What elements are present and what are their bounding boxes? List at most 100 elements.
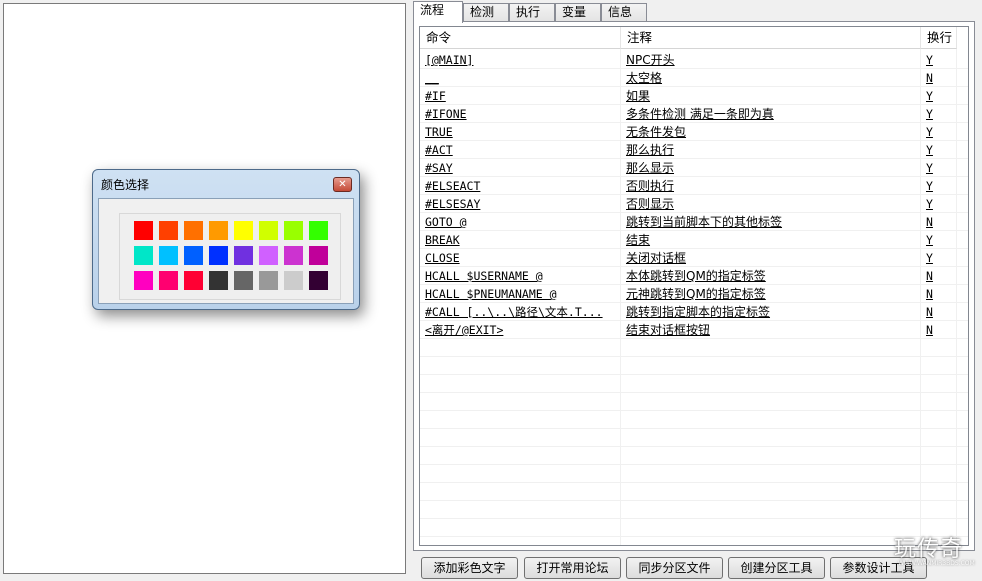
wrap-cell: N <box>926 323 933 337</box>
tab-bar: 流程 检测 执行 变量 信息 <box>413 1 982 23</box>
command-list[interactable]: 命令 注释 换行 [@MAIN] NPC开头 Y __ 太空格 N #IF 如果 Y #IFONE… <box>419 26 969 546</box>
column-header-command[interactable]: 命令 <box>420 27 621 49</box>
toolbar-button-3[interactable]: 同步分区文件 <box>626 557 723 579</box>
wrap-cell: Y <box>926 107 933 121</box>
color-swatch[interactable] <box>209 221 228 240</box>
command-cell: [@MAIN] <box>425 53 474 67</box>
color-swatch[interactable] <box>234 221 253 240</box>
grid-line <box>420 428 968 429</box>
color-swatch[interactable] <box>284 221 303 240</box>
grid-line <box>420 500 968 501</box>
list-row[interactable]: #IFONE 多条件检测 满足一条即为真 Y <box>420 105 968 123</box>
command-cell: #ELSEACT <box>425 179 481 193</box>
command-cell: HCALL $PNEUMANAME @ <box>425 287 557 301</box>
grid-line <box>420 392 968 393</box>
color-swatch[interactable] <box>134 271 153 290</box>
color-swatch[interactable] <box>209 271 228 290</box>
list-row[interactable]: __ 太空格 N <box>420 69 968 87</box>
command-cell: #ELSESAY <box>425 197 481 211</box>
tab-5[interactable]: 信息 <box>601 3 647 22</box>
toolbar-button-2[interactable]: 打开常用论坛 <box>524 557 621 579</box>
toolbar-button-4[interactable]: 创建分区工具 <box>728 557 825 579</box>
list-row[interactable]: CLOSE 关闭对话框 Y <box>420 249 968 267</box>
list-row[interactable]: #CALL [..\..\路径\文本.T... 跳转到指定脚本的指定标签 N <box>420 303 968 321</box>
tab-3[interactable]: 执行 <box>509 3 555 22</box>
grid-line <box>420 284 968 285</box>
list-row[interactable]: BREAK 结束 Y <box>420 231 968 249</box>
grid-line <box>420 68 968 69</box>
list-row[interactable]: #ELSEACT 否则执行 Y <box>420 177 968 195</box>
note-cell: 跳转到指定脚本的指定标签 <box>626 305 771 319</box>
list-row[interactable]: HCALL $USERNAME @ 本体跳转到QM的指定标签 N <box>420 267 968 285</box>
close-icon[interactable]: ✕ <box>333 177 352 192</box>
grid-line <box>420 302 968 303</box>
note-cell: 关闭对话框 <box>626 251 687 265</box>
note-cell: 多条件检测 满足一条即为真 <box>626 107 774 121</box>
color-swatch[interactable] <box>159 246 178 265</box>
color-swatch[interactable] <box>184 271 203 290</box>
note-cell: 那么执行 <box>626 143 675 157</box>
color-swatch[interactable] <box>309 246 328 265</box>
color-swatch[interactable] <box>284 271 303 290</box>
wrap-cell: Y <box>926 143 933 157</box>
color-swatch[interactable] <box>309 271 328 290</box>
color-swatch[interactable] <box>159 221 178 240</box>
list-row[interactable]: [@MAIN] NPC开头 Y <box>420 51 968 69</box>
color-swatch[interactable] <box>184 246 203 265</box>
toolbar-button-1[interactable]: 添加彩色文字 <box>421 557 518 579</box>
wrap-cell: N <box>926 71 933 85</box>
grid-line <box>420 356 968 357</box>
color-swatch[interactable] <box>209 246 228 265</box>
command-cell: BREAK <box>425 233 460 247</box>
color-swatch[interactable] <box>309 221 328 240</box>
color-swatch[interactable] <box>259 221 278 240</box>
note-cell: 否则显示 <box>626 197 675 211</box>
list-row[interactable]: #IF 如果 Y <box>420 87 968 105</box>
note-cell: NPC开头 <box>626 53 675 67</box>
tab-1[interactable]: 流程 <box>413 1 463 23</box>
grid-line <box>420 176 968 177</box>
grid-line <box>420 194 968 195</box>
color-swatch[interactable] <box>184 221 203 240</box>
column-header-note[interactable]: 注释 <box>621 27 921 49</box>
command-cell: #IF <box>425 89 446 103</box>
color-swatch[interactable] <box>259 271 278 290</box>
color-swatch[interactable] <box>284 246 303 265</box>
color-swatch[interactable] <box>134 246 153 265</box>
note-cell: 太空格 <box>626 71 663 85</box>
dialog-title: 颜色选择 <box>101 178 150 192</box>
list-row[interactable]: <离开/@EXIT> 结束对话框按钮 N <box>420 321 968 339</box>
color-swatch[interactable] <box>134 221 153 240</box>
wrap-cell: Y <box>926 161 933 175</box>
grid-line <box>420 140 968 141</box>
command-cell: TRUE <box>425 125 453 139</box>
note-cell: 元神跳转到QM的指定标签 <box>626 287 766 301</box>
list-row[interactable]: #SAY 那么显示 Y <box>420 159 968 177</box>
list-row[interactable]: GOTO @ 跳转到当前脚本下的其他标签 N <box>420 213 968 231</box>
color-swatch[interactable] <box>259 246 278 265</box>
grid-line <box>420 230 968 231</box>
list-row[interactable]: #ELSESAY 否则显示 Y <box>420 195 968 213</box>
note-cell: 如果 <box>626 89 651 103</box>
command-cell: HCALL $USERNAME @ <box>425 269 543 283</box>
wrap-cell: Y <box>926 197 933 211</box>
grid-line <box>420 320 968 321</box>
note-cell: 那么显示 <box>626 161 675 175</box>
color-swatch[interactable] <box>159 271 178 290</box>
tab-4[interactable]: 变量 <box>555 3 601 22</box>
color-swatch[interactable] <box>234 271 253 290</box>
wrap-cell: Y <box>926 125 933 139</box>
wrap-cell: N <box>926 287 933 301</box>
list-row[interactable]: #ACT 那么执行 Y <box>420 141 968 159</box>
wrap-cell: Y <box>926 89 933 103</box>
command-cell: #IFONE <box>425 107 467 121</box>
tab-2[interactable]: 检测 <box>463 3 509 22</box>
wrap-cell: N <box>926 305 933 319</box>
wrap-cell: N <box>926 215 933 229</box>
list-row[interactable]: HCALL $PNEUMANAME @ 元神跳转到QM的指定标签 N <box>420 285 968 303</box>
color-swatch[interactable] <box>234 246 253 265</box>
list-row[interactable]: TRUE 无条件发包 Y <box>420 123 968 141</box>
grid-line <box>420 212 968 213</box>
column-header-wrap[interactable]: 换行 <box>921 27 957 49</box>
color-picker-dialog: 颜色选择 ✕ <box>92 169 360 310</box>
